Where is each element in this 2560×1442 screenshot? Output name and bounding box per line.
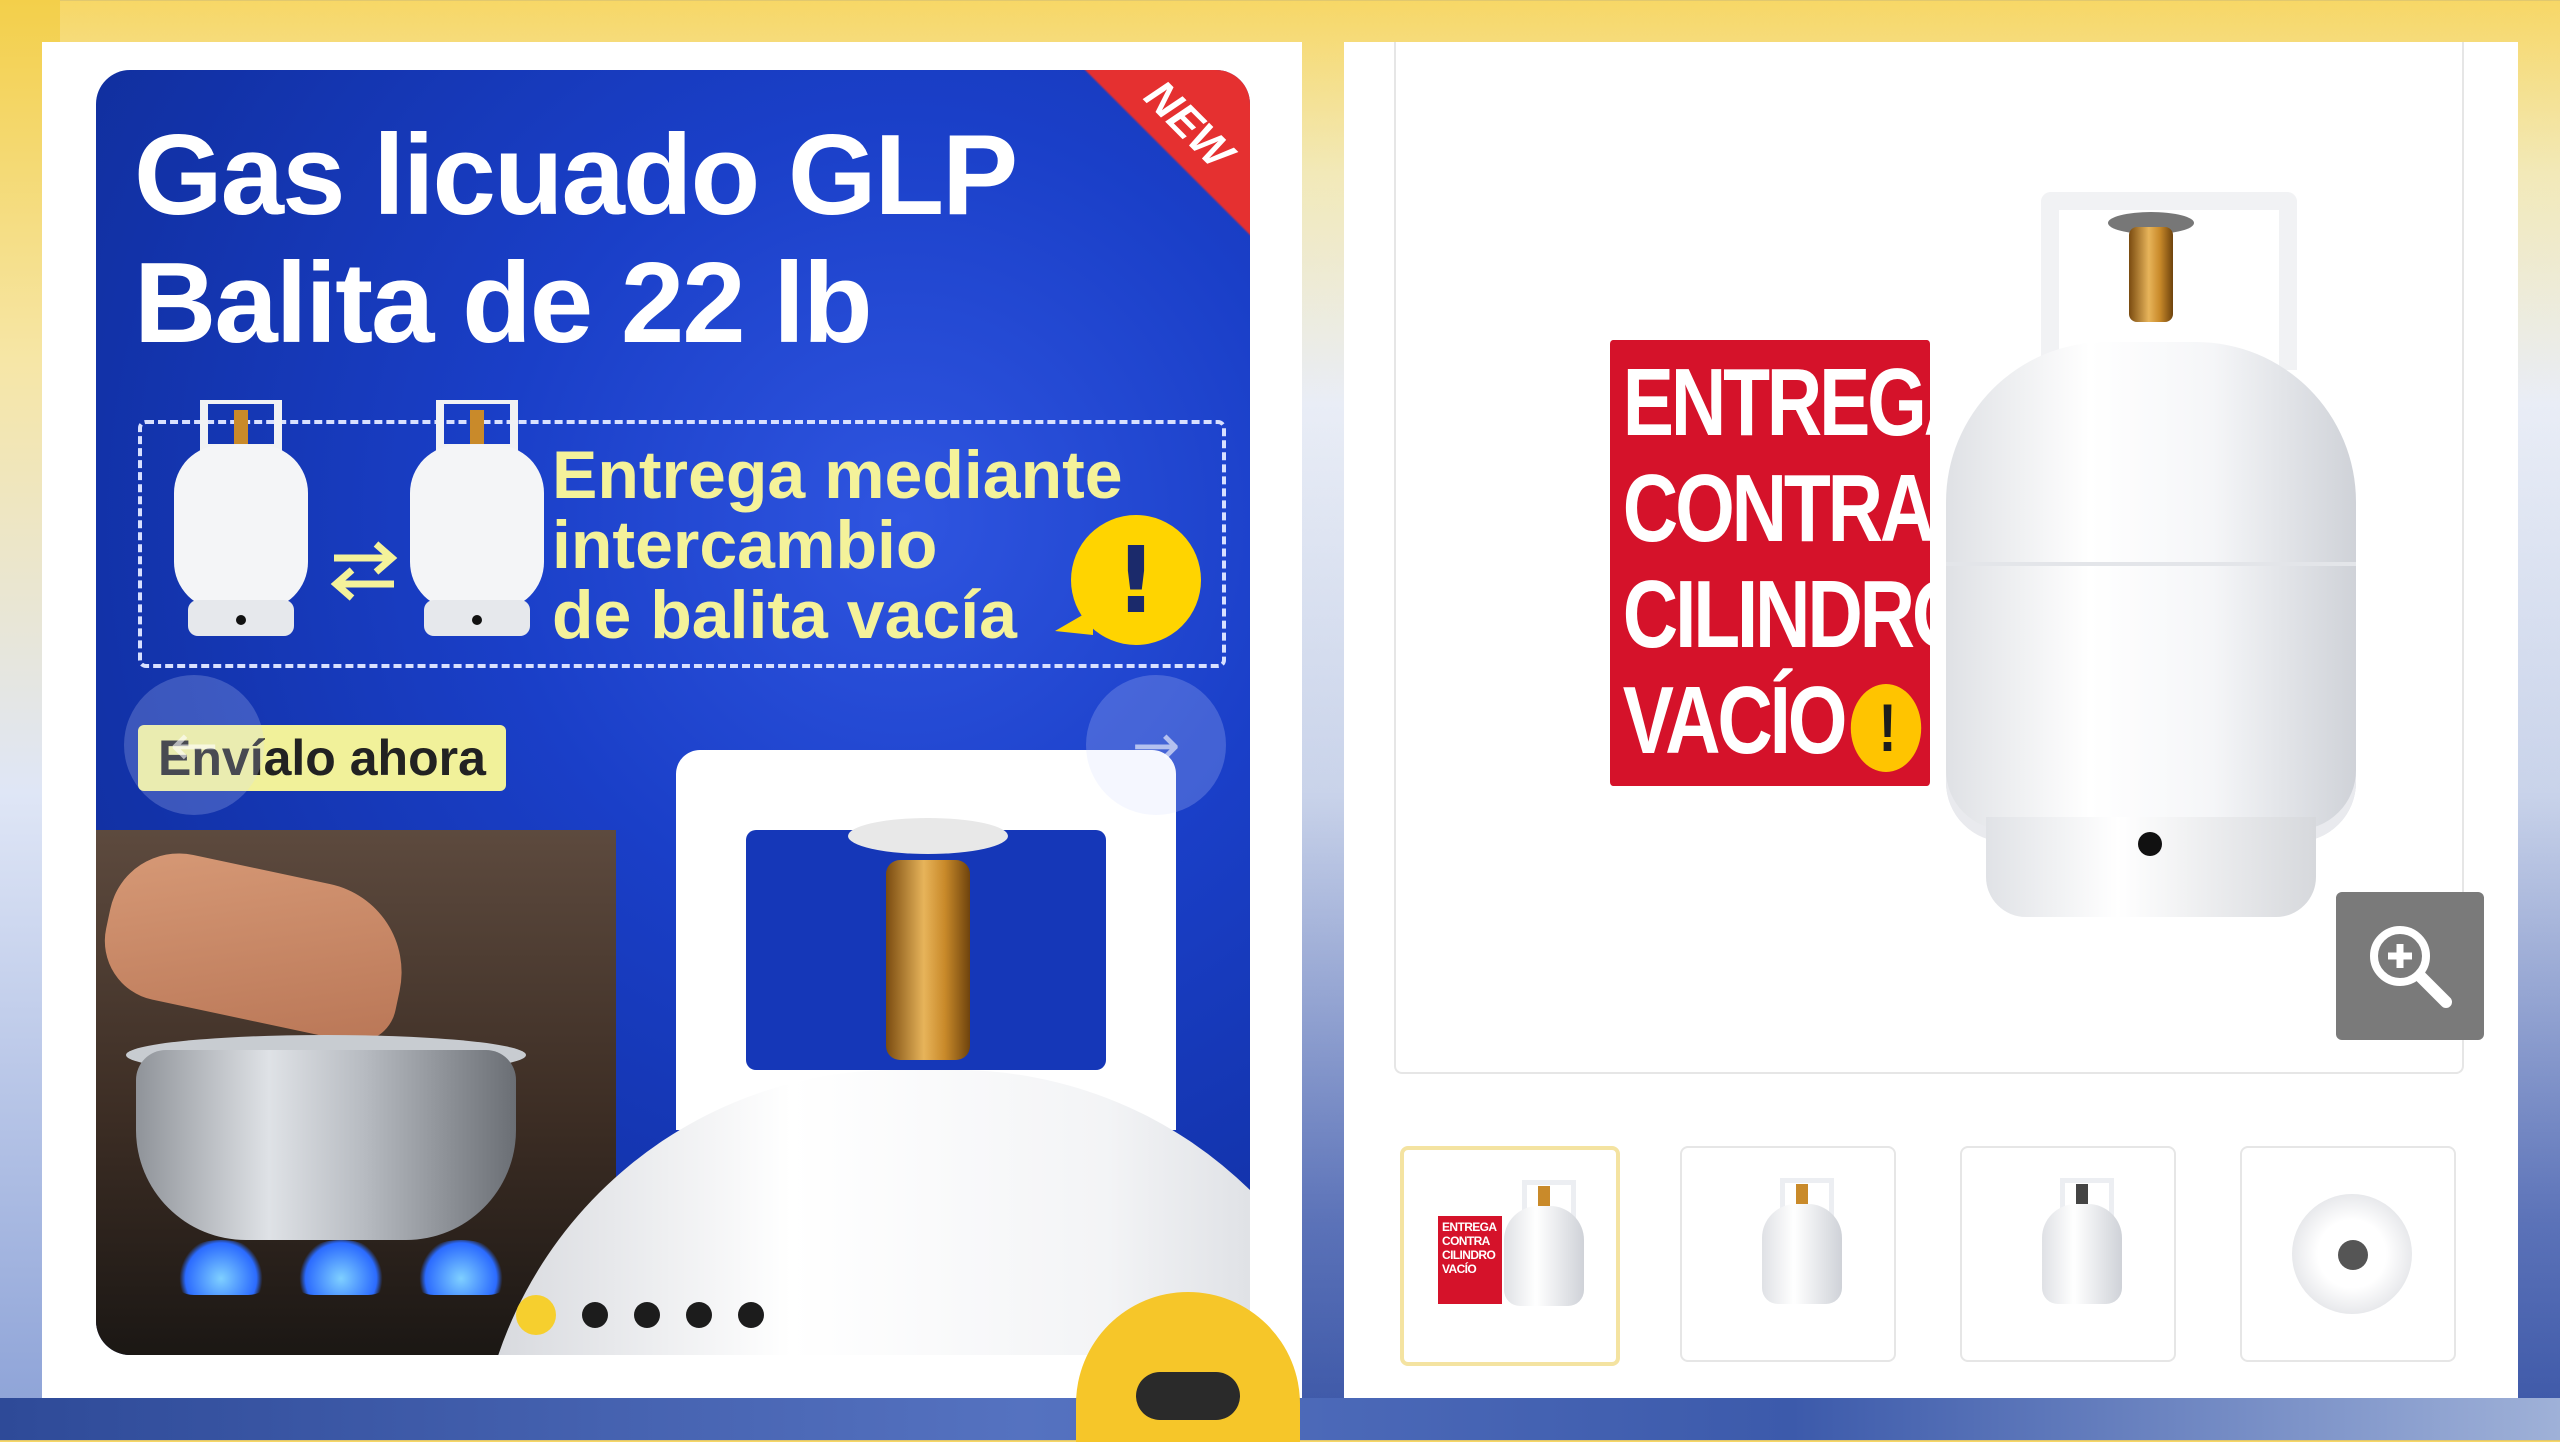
zoom-button[interactable]: [2336, 892, 2484, 1040]
tank-base-hole: [2138, 832, 2162, 856]
chat-icon: [1136, 1372, 1240, 1420]
small-tank-right-icon: [410, 400, 544, 636]
small-tank-left-icon: [174, 400, 308, 636]
warning-icon: !: [1850, 683, 1922, 772]
thumbnail-4[interactable]: [2240, 1146, 2456, 1362]
thumbnail-3[interactable]: [1960, 1146, 2176, 1362]
carousel-dot[interactable]: [686, 1302, 712, 1328]
thumb-label-line: VACÍO: [1442, 1262, 1477, 1276]
banner-title-line1: Gas licuado GLP: [134, 112, 1018, 239]
exchange-line-3: de balita vacía: [552, 577, 1017, 653]
brass-valve: [886, 860, 970, 1060]
valve-handwheel: [848, 818, 1008, 854]
carousel-dot[interactable]: [634, 1302, 660, 1328]
exchange-line-2: intercambio: [552, 507, 938, 583]
label-line-2: CONTRA: [1622, 455, 1935, 562]
banner-title: Gas licuado GLP Balita de 22 lb: [134, 112, 1214, 368]
flame-icon: [176, 1240, 266, 1295]
carousel-prev-button[interactable]: ←: [124, 675, 264, 815]
thumbnail-strip: ENTREGA CONTRA CILINDRO VACÍO: [1400, 1146, 2480, 1366]
gas-tank-photo: [1504, 1206, 1584, 1306]
thumb-label-line: CILINDRO: [1442, 1248, 1496, 1262]
tank-seam: [1946, 562, 2356, 566]
cooking-pot-photo: [136, 1050, 516, 1240]
valve: [2338, 1240, 2368, 1270]
thumbnail-1[interactable]: ENTREGA CONTRA CILINDRO VACÍO: [1400, 1146, 1620, 1366]
label-line-3: CILINDRO: [1622, 561, 1972, 668]
thumbnail-label: ENTREGA CONTRA CILINDRO VACÍO: [1438, 1216, 1502, 1304]
carousel-dots: [516, 1295, 764, 1335]
arrow-left-icon: ←: [169, 711, 219, 779]
gas-tank-photo: [1762, 1204, 1842, 1304]
thumb-label-line: ENTREGA: [1442, 1220, 1497, 1234]
banner-title-line2: Balita de 22 lb: [134, 240, 873, 367]
label-line-1: ENTREGA: [1622, 349, 1979, 456]
flame-icon: [296, 1240, 386, 1295]
carousel-dot[interactable]: [738, 1302, 764, 1328]
brass-valve: [2129, 227, 2173, 322]
promo-carousel-card: Gas licuado GLP Balita de 22 lb NEW Entr: [42, 42, 1302, 1442]
product-gallery-card: ENTREGA CONTRA CILINDRO VACÍO! ENTREGA C…: [1344, 42, 2518, 1398]
promo-banner[interactable]: Gas licuado GLP Balita de 22 lb NEW Entr: [96, 70, 1250, 1355]
delivery-condition-label: ENTREGA CONTRA CILINDRO VACÍO!: [1610, 340, 1979, 786]
thumb-label-line: CONTRA: [1442, 1234, 1490, 1248]
carousel-dot[interactable]: [582, 1302, 608, 1328]
arrow-right-icon: →: [1131, 711, 1181, 779]
label-line-4: VACÍO: [1622, 667, 1848, 774]
carousel-dot[interactable]: [516, 1295, 556, 1335]
exchange-message: Entrega mediante intercambio de balita v…: [552, 440, 1123, 650]
gas-tank-photo: [1946, 342, 2356, 842]
flame-icon: [416, 1240, 506, 1295]
gas-tank-photo: [2042, 1204, 2122, 1304]
exchange-line-1: Entrega mediante: [552, 437, 1123, 513]
zoom-in-icon: [2370, 926, 2452, 1008]
thumbnail-2[interactable]: [1680, 1146, 1896, 1362]
warning-icon: !: [1055, 515, 1201, 645]
carousel-next-button[interactable]: →: [1086, 675, 1226, 815]
main-product-image[interactable]: ENTREGA CONTRA CILINDRO VACÍO!: [1394, 42, 2484, 1074]
